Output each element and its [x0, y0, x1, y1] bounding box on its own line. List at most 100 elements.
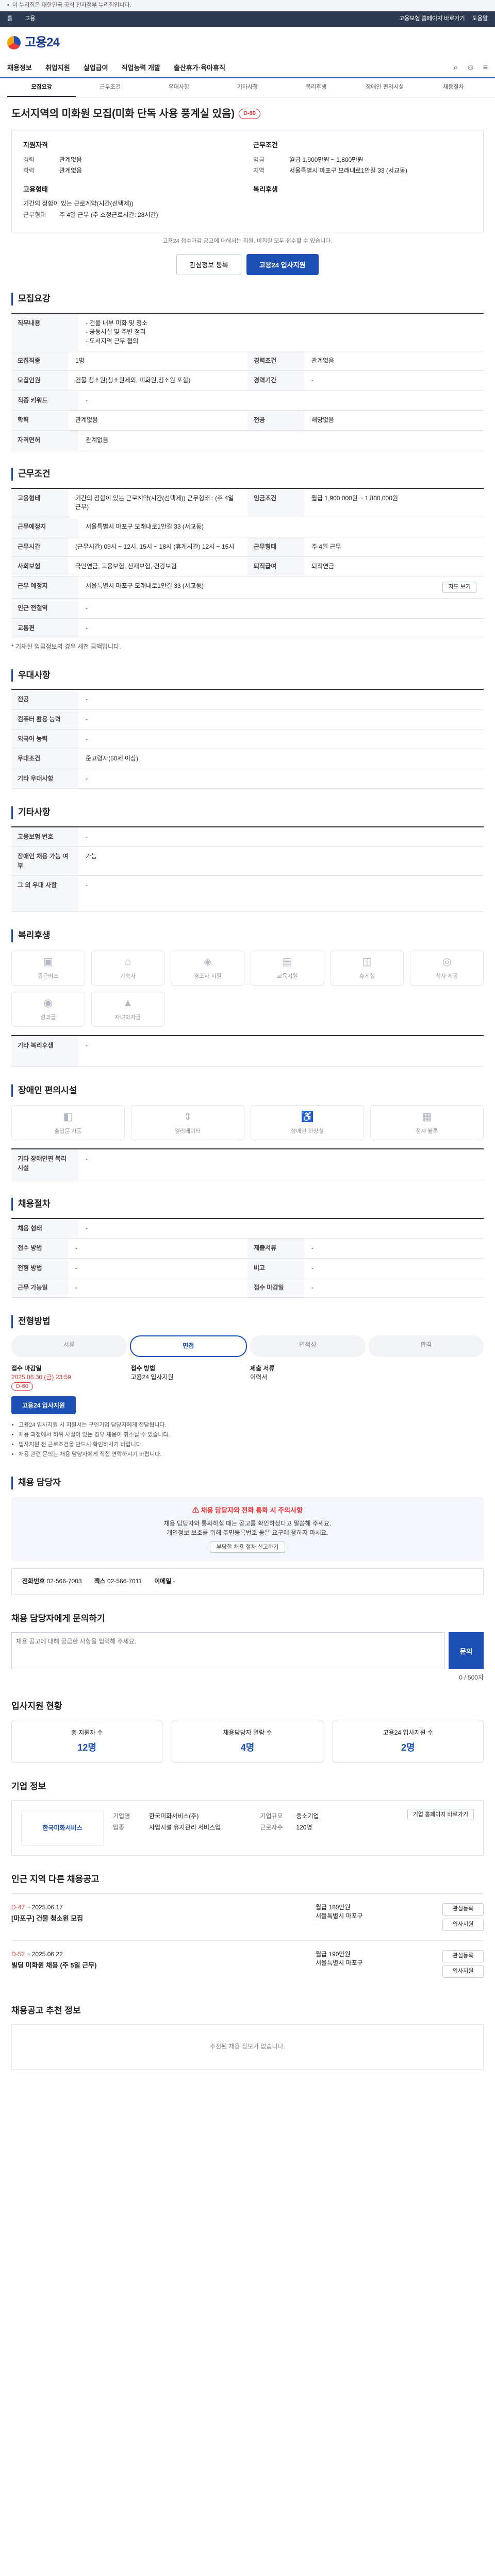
nearby-jobs: D-47 ~ 2025.06.17 [마포구] 건물 청소원 모집 월급 180만…: [11, 1893, 484, 1987]
apply-button-secondary[interactable]: 고용24 입사지원: [11, 1396, 76, 1415]
char-counter: 0 / 500자: [459, 1674, 484, 1682]
user-icon[interactable]: ☺: [466, 62, 474, 74]
section-title: 채용 담당자에게 문의하기: [11, 1613, 105, 1623]
report-button[interactable]: 부당한 채용 절차 신고하기: [209, 1541, 286, 1553]
section-title: 장애인 편의시설: [11, 1084, 484, 1097]
tab-access[interactable]: 장애인 편의시설: [351, 78, 419, 97]
tab-welfare[interactable]: 복리후생: [282, 78, 351, 97]
access-icons: ◧ 출입문 자동 ⇕ 엘리베이터 ♿ 장애인 화장실 ▦ 점자 블록: [11, 1105, 484, 1141]
process-steps: 서류 면접 인적성 합격: [11, 1335, 484, 1357]
welfare-tile: ◫ 휴게실: [330, 950, 404, 986]
access-tile: ⇕ 엘리베이터: [131, 1105, 244, 1141]
header: 고용24: [0, 27, 495, 59]
section-title: 우대사항: [11, 669, 484, 682]
interest-button[interactable]: 관심등록: [442, 1950, 484, 1962]
list-item[interactable]: D-47 ~ 2025.06.17 [마포구] 건물 청소원 모집 월급 180만…: [11, 1893, 484, 1940]
nav-item[interactable]: 채용정보: [7, 63, 32, 73]
welfare-icons: ▣ 통근버스 ⌂ 기숙사 ◈ 경조사 지원 ▤ 교육지원 ◫ 휴게실 ◎ 식사 제공 ◉ 성과…: [11, 950, 484, 1027]
section-tabs: 모집요강 근무조건 우대사항 기타사항 복리후생 장애인 편의시설 채용절차: [0, 78, 495, 97]
list-item[interactable]: D-52 ~ 2025.06.22 빌딩 미화원 채용 (주 5일 근무) 월급 …: [11, 1940, 484, 1987]
topbar-link[interactable]: 고용보험 홈페이지 바로가기: [399, 15, 465, 23]
section-title: 전형방법: [11, 1315, 484, 1329]
section-title: 채용 담당자: [11, 1476, 484, 1489]
topbar-work24[interactable]: 고용: [25, 15, 35, 23]
door-icon: ◧: [63, 1111, 73, 1123]
work-table: 고용형태 기간의 정함이 있는 근로계약(시간(선택제)) 근무형태 : (주 4…: [11, 487, 484, 639]
work-note: * 기재된 임금정보의 경우 세전 금액입니다.: [11, 643, 121, 651]
section-title: 인근 지역 다른 채용공고: [11, 1874, 100, 1885]
house-icon: ⌂: [124, 956, 131, 968]
section-title: 채용공고 추천 정보: [11, 2005, 81, 2015]
phone-warning: ⚠ 채용 담당자와 전화 통화 시 주의사항 채용 담당자와 통화하실 때는 공…: [11, 1496, 484, 1562]
dday-badge: D-60: [239, 109, 260, 120]
sofa-icon: ◫: [362, 956, 372, 968]
apply-button[interactable]: 고용24 입사지원: [246, 254, 319, 276]
welfare-tile: ◉ 성과급: [11, 991, 85, 1027]
gov-banner: ▪ 이 누리집은 대한민국 공식 전자정부 누리집입니다.: [0, 0, 495, 11]
contact-box: 전화번호 02-566-7003 팩스 02-566-7011 이메일 -: [11, 1568, 484, 1595]
section-title: 기타사항: [11, 806, 484, 819]
apply-button[interactable]: 입사지원: [442, 1918, 484, 1931]
dday-badge: D-60: [11, 1382, 33, 1391]
process-info-table: 채용 형태 - 접수 방법 - 제출서류 - 전형 방법 - 비고 - 근무 가능일 - 접수 마…: [11, 1217, 484, 1298]
gift-icon: ◈: [203, 956, 212, 968]
company-home-button[interactable]: 기업 홈페이지 바로가기: [407, 1809, 474, 1821]
company-logo: 한국미화서비스: [21, 1810, 104, 1846]
access-tile: ♿ 장애인 화장실: [251, 1105, 364, 1141]
bus-icon: ▣: [43, 956, 53, 968]
block-icon: ▦: [422, 1111, 432, 1123]
etc-table: 고용보험 번호 - 장애인 채용 가능 여부 가능 그 외 우대 사항 -: [11, 826, 484, 912]
nav-item[interactable]: 취업지원: [45, 63, 70, 73]
topbar-help[interactable]: 도움말: [472, 15, 488, 23]
map-button[interactable]: 지도 보기: [442, 582, 476, 594]
topbar-home[interactable]: 홈: [7, 15, 12, 23]
meal-icon: ◎: [442, 956, 452, 968]
step-aptitude: 인적성: [250, 1335, 366, 1357]
welfare-tile: ⌂ 기숙사: [91, 950, 165, 986]
nav-item[interactable]: 직업능력 개발: [122, 63, 160, 73]
welfare-other: 기타 복리후생 -: [11, 1035, 484, 1067]
inquiry-submit-button[interactable]: 문의: [449, 1632, 484, 1670]
step-interview: 면접: [129, 1335, 247, 1357]
elevator-icon: ⇕: [183, 1111, 192, 1123]
inquiry-input[interactable]: [11, 1632, 444, 1670]
nav-item[interactable]: 출산휴가·육아휴직: [174, 63, 225, 73]
tab-recruit[interactable]: 모집요강: [7, 78, 76, 97]
book-icon: ▤: [282, 956, 292, 968]
interest-button[interactable]: 관심등록: [442, 1903, 484, 1916]
pref-table: 전공 - 컴퓨터 활용 능력 - 외국어 능력 - 우대조건 준고령자(50세 이상) …: [11, 689, 484, 789]
access-other: 기타 장애인편 복리시설 -: [11, 1148, 484, 1181]
welfare-tile: ▲ 자녀학자금: [91, 991, 165, 1027]
empty-state: 추천된 채용 정보가 없습니다.: [11, 2024, 484, 2070]
notice-list: 고용24 입사지원 시 지원서는 구인기업 담당자에게 전달됩니다. 채용 과정…: [11, 1421, 484, 1459]
toilet-icon: ♿: [301, 1111, 314, 1123]
welfare-tile: ◎ 식사 제공: [410, 950, 484, 986]
recruit-table: 직무내용 - 건물 내부 미화 및 청소 - 공동시설 및 주변 정리 - 도서지…: [11, 312, 484, 450]
top-utility-bar: 홈 고용 고용보험 홈페이지 바로가기 도움말: [0, 11, 495, 27]
menu-icon[interactable]: ≡: [483, 62, 488, 74]
logo-text[interactable]: 고용24: [25, 34, 60, 52]
stat-card: 고용24 입사지원 수 2명: [332, 1720, 484, 1763]
welfare-tile: ◈ 경조사 지원: [171, 950, 244, 986]
flag-icon: ▪: [7, 2, 9, 8]
apply-stats: 총 지원자 수 12명 채용담당자 열람 수 4명 고용24 입사지원 수 2명: [11, 1720, 484, 1763]
tab-work[interactable]: 근무조건: [76, 78, 144, 97]
tab-process[interactable]: 채용절차: [419, 78, 488, 97]
section-title: 채용절차: [11, 1198, 484, 1211]
main-nav: 채용정보 취업지원 실업급여 직업능력 개발 출산휴가·육아휴직 ⌕ ☺ ≡: [0, 59, 495, 78]
step-pass: 합격: [368, 1335, 484, 1357]
tab-pref[interactable]: 우대사항: [144, 78, 213, 97]
section-title: 근무조건: [11, 467, 484, 481]
welfare-tile: ▤ 교육지원: [251, 950, 324, 986]
logo-icon[interactable]: [7, 36, 21, 49]
cap-icon: ▲: [123, 997, 133, 1009]
welfare-tile: ▣ 통근버스: [11, 950, 85, 986]
coin-icon: ◉: [43, 997, 53, 1009]
search-icon[interactable]: ⌕: [453, 62, 458, 74]
save-interest-button[interactable]: 관심정보 등록: [176, 254, 241, 276]
section-title: 복리후생: [11, 929, 484, 942]
apply-button[interactable]: 입사지원: [442, 1965, 484, 1978]
nav-item[interactable]: 실업급여: [84, 63, 108, 73]
alert-icon: ⚠: [192, 1506, 201, 1514]
tab-etc[interactable]: 기타사항: [213, 78, 282, 97]
